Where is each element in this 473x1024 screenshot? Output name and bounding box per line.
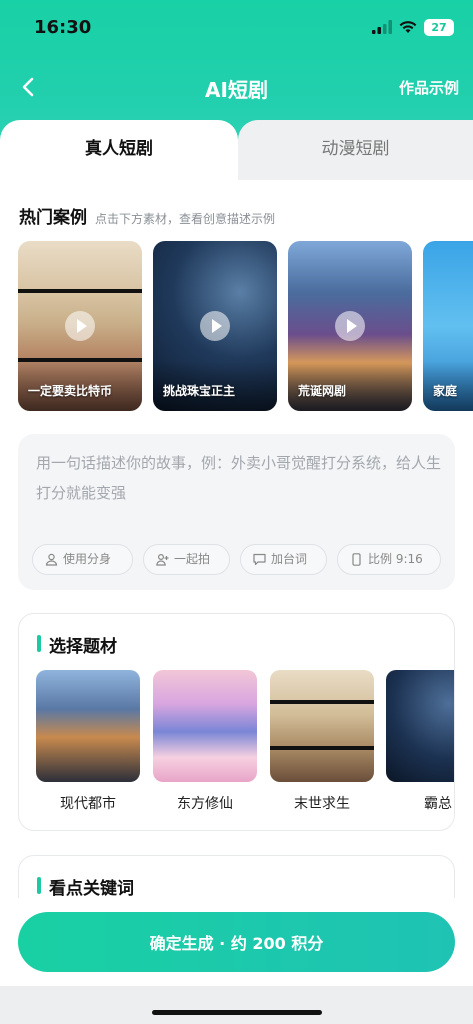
battery-indicator: 27	[424, 19, 454, 36]
hot-cases-carousel: 一定要卖比特币 挑战珠宝正主 荒诞网剧 家庭	[18, 241, 473, 411]
generate-button[interactable]: 确定生成 · 约 200 积分	[18, 912, 455, 972]
topic-label: 霸总	[424, 796, 452, 812]
prompt-options: 使用分身 一起拍 加台词 比例 9:16	[32, 544, 452, 576]
topic-label: 东方修仙	[177, 796, 233, 812]
case-card[interactable]: 家庭	[423, 241, 473, 411]
use-avatar-chip[interactable]: 使用分身	[32, 544, 133, 575]
topic-card: 选择题材 现代都市 东方修仙 末世求生 霸总	[18, 613, 455, 831]
chip-label: 一起拍	[174, 552, 211, 566]
add-lines-chip[interactable]: 加台词	[240, 544, 327, 575]
topic-label: 末世求生	[294, 796, 350, 812]
story-input[interactable]	[36, 448, 441, 518]
hot-cases-subtitle: 点击下方素材，查看创意描述示例	[95, 212, 276, 226]
chip-label: 使用分身	[63, 552, 112, 566]
topic-item[interactable]: 现代都市	[36, 670, 140, 813]
phone-ratio-icon	[352, 553, 361, 566]
case-card[interactable]: 挑战珠宝正主	[153, 241, 277, 411]
home-indicator	[152, 1010, 322, 1015]
shoot-together-chip[interactable]: 一起拍	[143, 544, 230, 575]
case-label: 一定要卖比特币	[28, 384, 113, 398]
chip-label: 加台词	[271, 552, 308, 566]
home-indicator-area	[0, 986, 473, 1024]
aspect-ratio-chip[interactable]: 比例 9:16	[337, 544, 441, 575]
case-label: 家庭	[433, 384, 458, 398]
topic-thumbnail	[270, 670, 374, 782]
keywords-title: 看点关键词	[37, 874, 134, 899]
case-card[interactable]: 荒诞网剧	[288, 241, 412, 411]
topic-title: 选择题材	[37, 632, 117, 657]
topic-thumbnail	[36, 670, 140, 782]
add-person-icon	[156, 553, 169, 566]
chip-label: 比例 9:16	[368, 552, 423, 566]
person-icon	[45, 553, 58, 566]
status-bar: 16:30 27	[0, 16, 473, 40]
hot-cases-title: 热门案例	[19, 208, 87, 228]
tab-live-action-drama[interactable]: 真人短剧	[0, 120, 238, 182]
case-card[interactable]: 一定要卖比特币	[18, 241, 142, 411]
topic-item[interactable]: 末世求生	[270, 670, 374, 813]
case-label: 挑战珠宝正主	[163, 384, 236, 398]
topic-label: 现代都市	[60, 796, 116, 812]
tab-anime-drama[interactable]: 动漫短剧	[238, 120, 473, 180]
topic-item[interactable]: 霸总	[386, 670, 454, 813]
play-icon	[335, 311, 365, 341]
story-prompt-box: 使用分身 一起拍 加台词 比例 9:16	[18, 434, 455, 590]
works-example-link[interactable]: 作品示例	[399, 77, 459, 98]
topic-item[interactable]: 东方修仙	[153, 670, 257, 813]
cellular-signal-icon	[372, 20, 392, 34]
play-icon	[200, 311, 230, 341]
wifi-icon	[399, 21, 417, 33]
topic-thumbnail	[386, 670, 454, 782]
status-time: 16:30	[34, 17, 92, 38]
case-label: 荒诞网剧	[298, 384, 347, 398]
chat-bubble-icon	[253, 553, 266, 566]
hot-cases-header: 热门案例 点击下方素材，查看创意描述示例	[19, 203, 275, 228]
tab-bar: 动漫短剧 真人短剧	[0, 120, 473, 182]
nav-bar: AI短剧 作品示例	[0, 68, 473, 108]
play-icon	[65, 311, 95, 341]
topic-thumbnail	[153, 670, 257, 782]
